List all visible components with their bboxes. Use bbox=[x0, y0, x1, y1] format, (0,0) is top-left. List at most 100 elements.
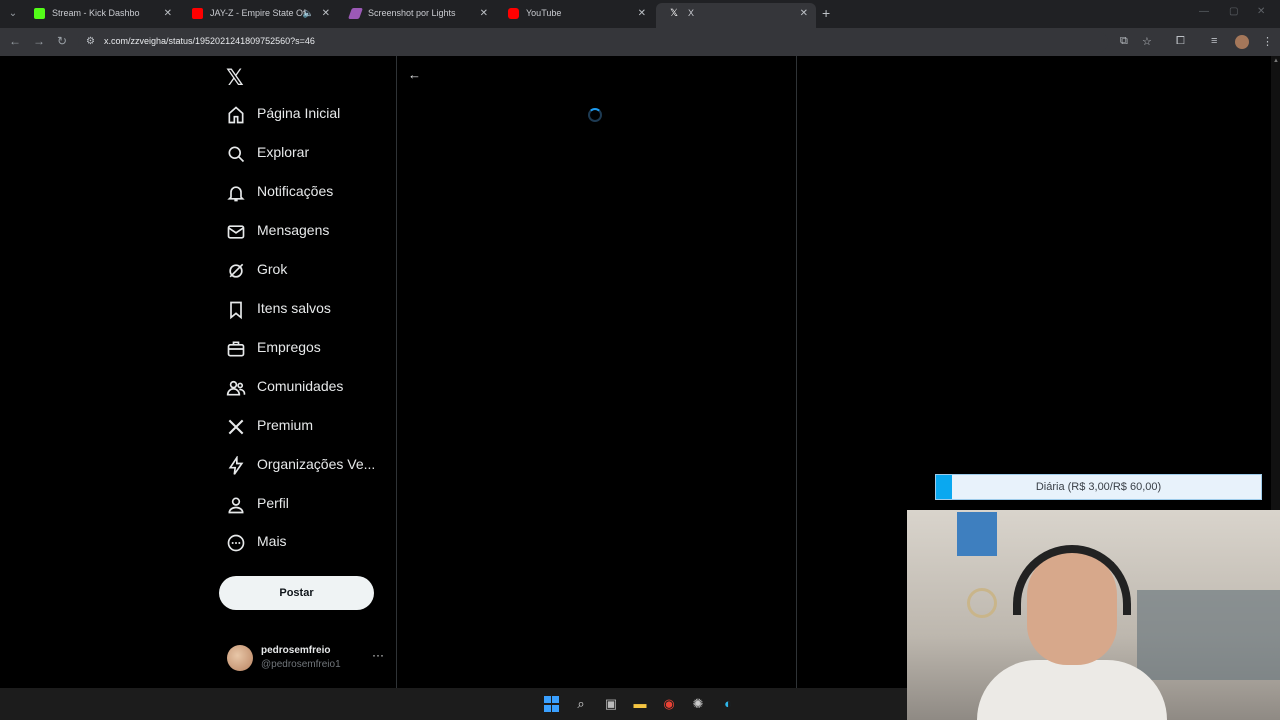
edge-icon[interactable]: ◐ bbox=[720, 696, 736, 712]
file-explorer-icon[interactable]: ▬ bbox=[632, 696, 648, 712]
extensions-icon[interactable]: ⧠ bbox=[1176, 35, 1185, 48]
close-icon[interactable]: ✕ bbox=[322, 3, 330, 24]
home-icon bbox=[228, 106, 244, 124]
tab-youtube[interactable]: YouTube ✕ bbox=[494, 3, 654, 28]
webcam-feed bbox=[907, 510, 1280, 720]
column-divider bbox=[396, 56, 397, 688]
browser-tab-bar: ⌄ Stream - Kick Dashboard ✕ JAY-Z - Empi… bbox=[0, 0, 1280, 28]
nav-label: Notificações bbox=[257, 183, 334, 199]
donation-goal-bar: Diária (R$ 3,00/R$ 60,00) bbox=[935, 474, 1262, 500]
nav-item-communities[interactable]: Comunidades bbox=[226, 373, 391, 403]
menu-icon[interactable]: ⋮ bbox=[1262, 35, 1273, 48]
headset bbox=[1013, 545, 1131, 615]
back-arrow-icon[interactable]: ← bbox=[408, 67, 421, 82]
nav-label: Premium bbox=[257, 417, 314, 433]
nav-label: Explorar bbox=[257, 144, 310, 160]
windows-start-icon[interactable] bbox=[544, 696, 560, 712]
nav-label: Página Inicial bbox=[257, 105, 341, 121]
minimize-icon[interactable]: — bbox=[1199, 6, 1209, 17]
nav-item-notifications[interactable]: Notificações bbox=[226, 178, 391, 208]
url-text[interactable]: x.com/zzveigha/status/195202124180975256… bbox=[104, 36, 315, 46]
forward-icon[interactable]: → bbox=[33, 34, 45, 48]
streamer-body bbox=[977, 660, 1167, 720]
tab-kick-dashboard[interactable]: Stream - Kick Dashboard ✕ bbox=[20, 3, 180, 28]
goal-text: Diária (R$ 3,00/R$ 60,00) bbox=[1035, 481, 1162, 493]
close-icon[interactable]: ✕ bbox=[480, 3, 488, 24]
tab-lightshot[interactable]: Screenshot por Lightshot ✕ bbox=[336, 3, 496, 28]
nav-item-more[interactable]: Mais bbox=[226, 528, 391, 558]
reload-icon[interactable]: ↻ bbox=[57, 34, 67, 48]
loading-spinner bbox=[588, 108, 602, 122]
nav-item-bookmarks[interactable]: Itens salvos bbox=[226, 295, 391, 325]
grok-icon bbox=[229, 263, 244, 278]
feather-icon bbox=[347, 8, 364, 19]
nav-item-explore[interactable]: Explorar bbox=[226, 139, 391, 169]
nav-item-verified-orgs[interactable]: Organizações Ve... bbox=[226, 451, 391, 481]
nav-label: Organizações Ve... bbox=[257, 456, 376, 472]
scroll-up-icon[interactable]: ▲ bbox=[1273, 58, 1279, 72]
task-view-icon[interactable]: ▣ bbox=[603, 696, 619, 712]
site-info-icon[interactable]: ⚙ bbox=[86, 36, 95, 47]
person-icon bbox=[228, 497, 244, 514]
nav-label: Mensagens bbox=[257, 222, 330, 238]
bolt-icon bbox=[228, 456, 244, 475]
x-icon bbox=[228, 419, 244, 435]
tab-x[interactable]: 𝕏 X ✕ bbox=[656, 3, 816, 28]
bookmark-icon bbox=[230, 301, 242, 320]
nav-label: Empregos bbox=[257, 339, 321, 355]
install-app-icon[interactable]: ⧉ bbox=[1120, 35, 1128, 48]
background-shelf bbox=[1137, 590, 1280, 680]
maximize-icon[interactable]: ▢ bbox=[1229, 6, 1238, 17]
post-button[interactable]: Postar bbox=[219, 576, 374, 610]
bell-icon bbox=[227, 186, 245, 202]
tab-title: JAY-Z - Empire State Of Mi bbox=[210, 8, 306, 18]
window-close-icon[interactable]: ✕ bbox=[1257, 6, 1265, 17]
profile-avatar[interactable] bbox=[1235, 35, 1249, 49]
nav-item-premium[interactable]: Premium bbox=[226, 412, 391, 442]
nav-item-home[interactable]: Página Inicial bbox=[226, 100, 391, 130]
windows-taskbar: ⌕ ▣ ▬ ◉ ✺ ◐ bbox=[0, 688, 907, 720]
close-icon[interactable]: ✕ bbox=[164, 3, 172, 24]
tab-title: Screenshot por Lightshot bbox=[368, 8, 456, 18]
search-icon bbox=[228, 146, 245, 163]
new-tab-icon[interactable]: + bbox=[822, 5, 830, 21]
speaker-icon[interactable]: 🔈 bbox=[303, 3, 314, 24]
nav-label: Comunidades bbox=[257, 378, 344, 394]
kick-icon bbox=[34, 8, 45, 19]
nav-item-profile[interactable]: Perfil bbox=[226, 490, 391, 520]
people-icon bbox=[226, 380, 246, 396]
tab-title: X bbox=[688, 8, 695, 18]
mail-icon bbox=[227, 225, 245, 239]
more-circle-icon bbox=[227, 534, 245, 552]
nav-item-grok[interactable]: Grok bbox=[226, 256, 391, 286]
column-divider bbox=[796, 56, 797, 688]
nav-label: Itens salvos bbox=[257, 300, 331, 316]
nav-item-jobs[interactable]: Empregos bbox=[226, 334, 391, 364]
briefcase-icon bbox=[227, 341, 245, 357]
account-switcher[interactable]: pedrosemfreio @pedrosemfreio1 ··· bbox=[227, 642, 387, 676]
youtube-icon bbox=[508, 8, 519, 19]
x-logo-icon: 𝕏 bbox=[670, 8, 679, 19]
media-control-icon[interactable]: ≡ bbox=[1211, 35, 1217, 47]
close-icon[interactable]: ✕ bbox=[800, 3, 808, 24]
tab-jayz[interactable]: JAY-Z - Empire State Of Mi 🔈 ✕ bbox=[178, 3, 338, 28]
account-name: pedrosemfreio bbox=[261, 645, 331, 656]
x-logo-icon[interactable]: 𝕏 bbox=[226, 66, 244, 91]
address-bar[interactable]: ⚙ x.com/zzveigha/status/1952021241809752… bbox=[78, 31, 1108, 53]
chrome-icon[interactable]: ◉ bbox=[661, 696, 677, 712]
close-icon[interactable]: ✕ bbox=[638, 3, 646, 24]
bookmark-star-icon[interactable]: ☆ bbox=[1142, 35, 1152, 48]
ellipsis-icon[interactable]: ··· bbox=[372, 648, 384, 662]
browser-toolbar: ← → ↻ ⚙ x.com/zzveigha/status/1952021241… bbox=[0, 28, 1280, 56]
avatar bbox=[227, 645, 253, 671]
nav-label: Grok bbox=[257, 261, 288, 277]
back-icon[interactable]: ← bbox=[9, 34, 21, 48]
wall-poster bbox=[957, 512, 997, 556]
search-icon[interactable]: ⌕ bbox=[573, 696, 589, 712]
tab-title: Stream - Kick Dashboard bbox=[52, 8, 140, 18]
account-handle: @pedrosemfreio1 bbox=[261, 659, 341, 670]
youtube-icon bbox=[192, 8, 203, 19]
nav-item-messages[interactable]: Mensagens bbox=[226, 217, 391, 247]
wall-decoration bbox=[967, 588, 997, 618]
app-icon[interactable]: ✺ bbox=[690, 696, 706, 712]
